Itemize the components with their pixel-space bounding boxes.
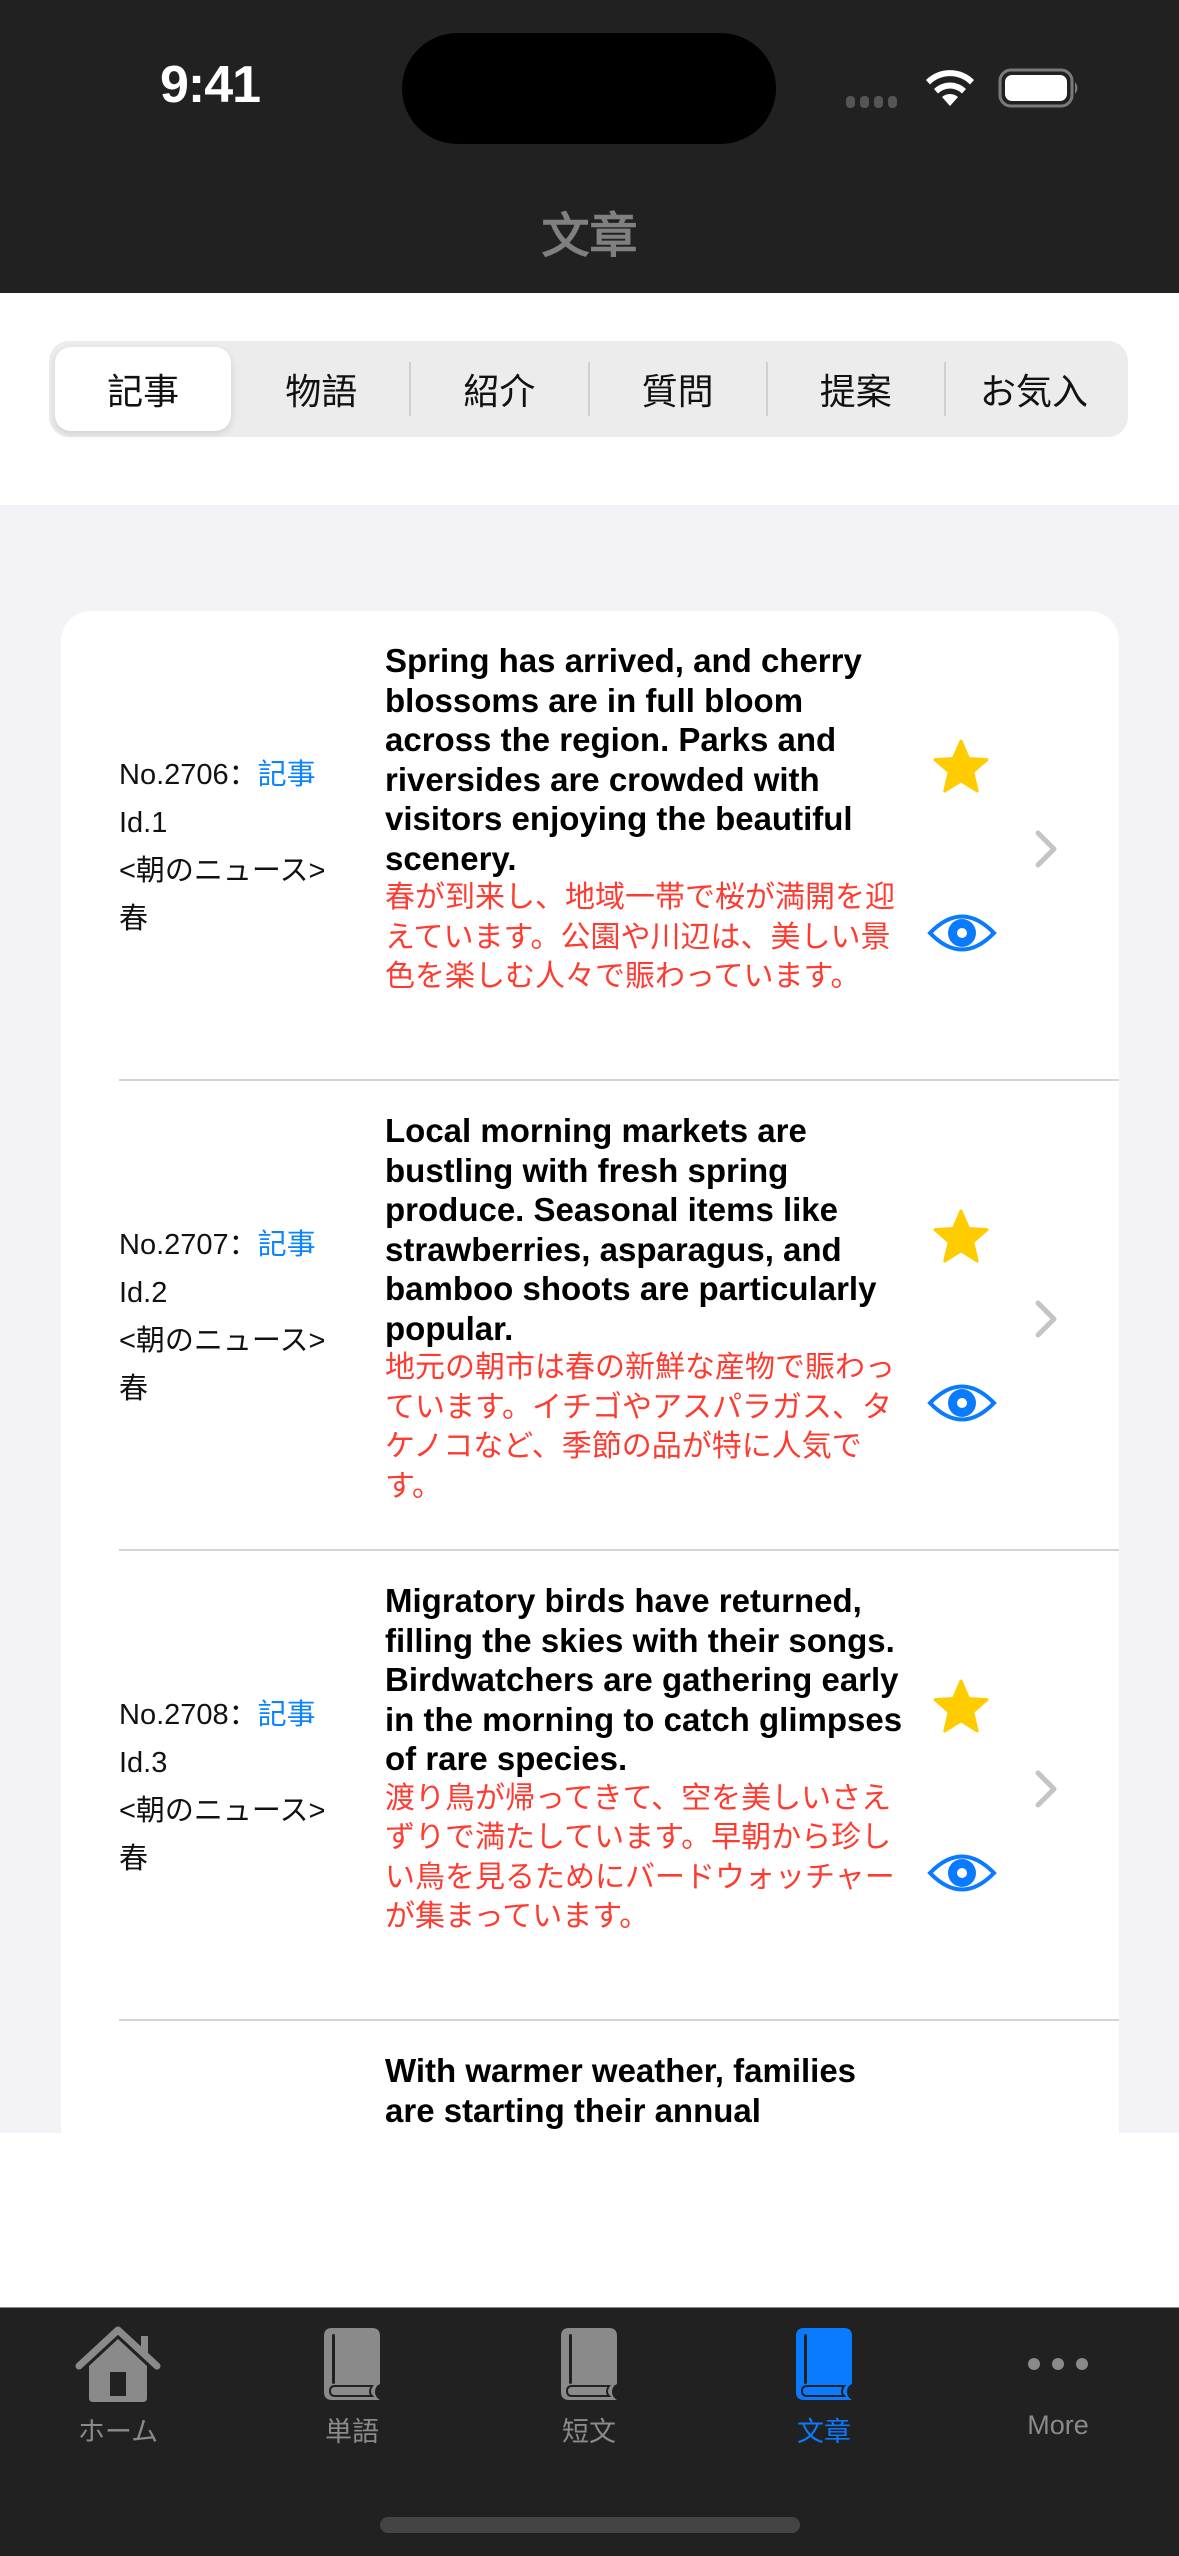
article-row[interactable]: With warmer weather, families are starti… [61,2021,1119,2133]
eye-icon[interactable] [927,908,997,958]
article-number: No.2708： [119,1699,258,1731]
home-indicator[interactable] [380,2517,800,2533]
article-category-link[interactable]: 記事 [258,1229,316,1261]
segment-introduction[interactable]: 紹介 [411,347,587,431]
article-meta: No.2708：記事 Id.3 <朝のニュース> 春 [119,1691,349,1883]
article-english-text: Spring has arrived, and cherry blossoms … [385,642,862,877]
article-list-background: No.2706：記事 Id.1 <朝のニュース> 春 Spring has ar… [0,505,1179,2133]
article-english-text: Local morning markets are bustling with … [385,1112,877,1347]
ellipsis-icon [1028,2358,1088,2370]
article-texts: With warmer weather, families are starti… [385,2051,905,2130]
cellular-signal-icon [846,96,897,108]
article-number: No.2706： [119,759,258,791]
eye-icon[interactable] [927,1848,997,1898]
eye-icon[interactable] [927,1378,997,1428]
article-japanese-text: 渡り鳥が帰ってきて、空を美しいさえずりで満たしています。早朝から珍しい鳥を見るた… [385,1781,895,1934]
star-filled-icon[interactable] [931,1207,991,1267]
article-list: No.2706：記事 Id.1 <朝のニュース> 春 Spring has ar… [61,611,1119,2133]
article-texts: Spring has arrived, and cherry blossoms … [385,641,905,997]
article-source: <朝のニュース> [119,1795,326,1827]
article-row[interactable]: No.2706：記事 Id.1 <朝のニュース> 春 Spring has ar… [61,611,1119,1081]
article-japanese-text: 地元の朝市は春の新鮮な産物で賑わっています。イチゴやアスパラガス、タケノコなど、… [385,1351,895,1503]
article-row[interactable]: No.2708：記事 Id.3 <朝のニュース> 春 Migratory bir… [61,1551,1119,2021]
article-number: No.2707： [119,1229,258,1261]
status-time: 9:41 [160,56,261,114]
book-icon [324,2328,380,2400]
tab-words[interactable]: 単語 [252,2326,452,2449]
article-meta: No.2706：記事 Id.1 <朝のニュース> 春 [119,751,349,943]
book-icon [561,2328,617,2400]
article-category-link[interactable]: 記事 [258,1699,316,1731]
article-row[interactable]: No.2707：記事 Id.2 <朝のニュース> 春 Local morning… [61,1081,1119,1551]
star-filled-icon[interactable] [931,737,991,797]
top-bar: 9:41 文章 [0,0,1179,293]
article-id: Id.3 [119,1747,168,1779]
article-texts: Local morning markets are bustling with … [385,1111,905,1506]
segment-area: 記事 物語 紹介 質問 提案 お気入 [0,293,1179,505]
article-season: 春 [119,1373,149,1405]
book-icon [796,2328,852,2400]
article-source: <朝のニュース> [119,855,326,887]
segment-story[interactable]: 物語 [233,347,409,431]
article-texts: Migratory birds have returned, filling t… [385,1581,905,1937]
article-english-text: With warmer weather, families are starti… [385,2052,857,2129]
chevron-right-icon [1035,1770,1057,1808]
segment-favorites[interactable]: お気入 [946,347,1122,431]
article-meta: No.2707：記事 Id.2 <朝のニュース> 春 [119,1221,349,1413]
article-source: <朝のニュース> [119,1325,326,1357]
chevron-right-icon [1035,1300,1057,1338]
tab-passages[interactable]: 文章 [724,2326,924,2449]
article-id: Id.2 [119,1277,168,1309]
category-segmented-control: 記事 物語 紹介 質問 提案 お気入 [49,341,1128,437]
dynamic-island [402,33,776,144]
tab-home[interactable]: ホーム [18,2326,218,2449]
tab-short-sentences-label: 短文 [562,2417,616,2447]
page-title: 文章 [541,210,638,263]
article-season: 春 [119,903,149,935]
battery-icon [998,68,1078,108]
segment-article[interactable]: 記事 [55,347,232,431]
tab-more[interactable]: More [958,2326,1158,2441]
chevron-right-icon [1035,830,1057,868]
article-season: 春 [119,1843,149,1875]
segment-proposal[interactable]: 提案 [768,347,944,431]
tab-short-sentences[interactable]: 短文 [489,2326,689,2449]
tab-home-label: ホーム [77,2417,159,2447]
tab-words-label: 単語 [325,2417,379,2447]
star-filled-icon[interactable] [931,1677,991,1737]
wifi-icon [926,70,974,106]
tab-passages-label: 文章 [797,2417,851,2447]
segment-question[interactable]: 質問 [590,347,766,431]
content-bottom-spacer [0,2133,1179,2307]
article-japanese-text: 春が到来し、地域一帯で桜が満開を迎えています。公園や川辺は、美しい景色を楽しむ人… [385,881,895,993]
tab-more-label: More [1027,2410,1089,2440]
article-english-text: Migratory birds have returned, filling t… [385,1582,903,1777]
house-icon [75,2326,161,2402]
article-id: Id.1 [119,807,168,839]
article-category-link[interactable]: 記事 [258,759,316,791]
